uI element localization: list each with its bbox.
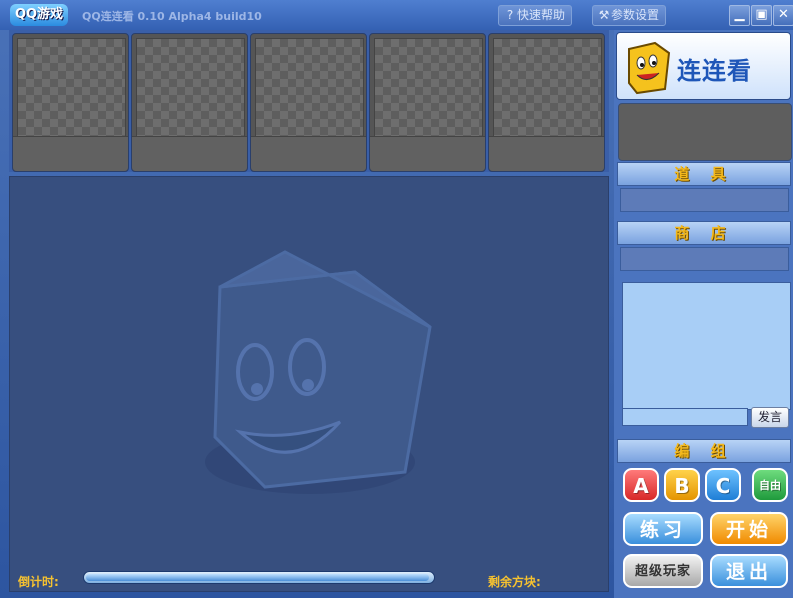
player-slot[interactable] <box>369 33 486 172</box>
title-bar: QQ游戏 QQ连连看 0.10 Alpha4 build10 ? 快速帮助 ⚒ 参数… <box>0 0 793 30</box>
game-window: QQ游戏 QQ连连看 0.10 Alpha4 build10 ? 快速帮助 ⚒ 参数… <box>0 0 793 598</box>
countdown-label: 倒计时: <box>18 575 59 589</box>
practice-button[interactable]: 练习 <box>623 512 703 546</box>
player-avatar-placeholder <box>493 38 602 138</box>
qq-game-logo: QQ游戏 <box>10 4 68 26</box>
items-bar[interactable] <box>620 188 789 212</box>
app-title: QQ连连看 0.10 Alpha4 build10 <box>82 10 262 23</box>
player-avatar-placeholder <box>374 38 483 138</box>
quick-help-button[interactable]: ? 快速帮助 <box>498 5 573 26</box>
shop-header: 商 店 <box>617 221 791 245</box>
start-button[interactable]: 开始 <box>710 512 788 546</box>
close-button[interactable]: ✕ <box>773 5 793 26</box>
settings-label: 参数设置 <box>611 8 660 22</box>
question-icon: ? <box>506 8 514 22</box>
group-b-button[interactable]: B <box>664 468 700 502</box>
countdown-progress-fill <box>86 574 429 581</box>
player-avatar-placeholder <box>136 38 245 138</box>
player-slot[interactable] <box>488 33 605 172</box>
game-board[interactable]: 倒计时: 剩余方块: <box>9 176 609 592</box>
player-slot[interactable] <box>250 33 367 172</box>
minimize-button[interactable]: ▁ <box>729 5 750 26</box>
shop-bar[interactable] <box>620 247 789 271</box>
quick-help-label: 快速帮助 <box>517 8 566 22</box>
player-slot[interactable] <box>131 33 248 172</box>
wrench-icon: ⚒ <box>598 8 610 22</box>
super-player-button[interactable]: 超级玩家 <box>623 554 703 588</box>
player-name-area <box>251 136 366 171</box>
player-name-area <box>489 136 604 171</box>
exit-button[interactable]: 退出 <box>710 554 788 588</box>
player-name-area <box>370 136 485 171</box>
right-panel: 连连看 道 具 商 店 发言 编 组 A B C 自由人 练习 开始 超级玩家 … <box>614 30 793 598</box>
group-header: 编 组 <box>617 439 791 463</box>
remaining-blocks-label: 剩余方块: <box>488 575 541 589</box>
brand-title: 连连看 <box>677 57 752 85</box>
brand-banner: 连连看 <box>616 32 791 100</box>
player-slot[interactable] <box>12 33 129 172</box>
player-name-area <box>13 136 128 171</box>
minimize-icon: ▁ <box>734 7 745 22</box>
chat-input[interactable] <box>622 408 748 426</box>
my-avatar-area <box>618 103 792 161</box>
group-a-button[interactable]: A <box>623 468 659 502</box>
group-c-button[interactable]: C <box>705 468 741 502</box>
maximize-button[interactable]: ▣ <box>751 5 772 26</box>
send-button[interactable]: 发言 <box>751 407 789 428</box>
player-slots <box>9 30 609 172</box>
mascot-logo-icon <box>628 41 671 95</box>
close-icon: ✕ <box>778 7 789 22</box>
items-header: 道 具 <box>617 162 791 186</box>
maximize-icon: ▣ <box>755 7 768 22</box>
mascot-watermark-icon <box>205 250 432 494</box>
chat-log[interactable] <box>622 282 791 410</box>
settings-button[interactable]: ⚒ 参数设置 <box>592 5 667 26</box>
player-avatar-placeholder <box>17 38 126 138</box>
free-player-button[interactable]: 自由人 <box>752 468 788 524</box>
player-avatar-placeholder <box>255 38 364 138</box>
player-name-area <box>132 136 247 171</box>
countdown-progress-bar <box>83 571 435 584</box>
